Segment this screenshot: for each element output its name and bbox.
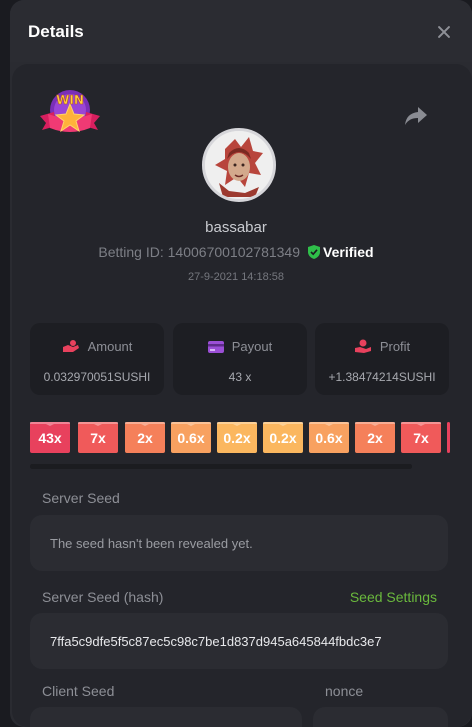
multiplier-label: 0.6x bbox=[177, 430, 205, 446]
profit-stat: Profit +1.38474214SUSHI bbox=[315, 323, 449, 395]
multiplier-cell[interactable]: 0.2x bbox=[217, 422, 257, 453]
amount-label: Amount bbox=[87, 339, 133, 354]
multiplier-label: 0.6x bbox=[315, 430, 343, 446]
multiplier-label: 2x bbox=[367, 430, 383, 446]
payout-header: Payout bbox=[173, 339, 307, 354]
payout-value: 43 x bbox=[228, 370, 252, 384]
nonce-field[interactable] bbox=[313, 707, 448, 727]
bet-timestamp: 27-9-2021 14:18:58 bbox=[187, 271, 285, 283]
betting-id-value: 14006700102781349 bbox=[167, 244, 301, 260]
server-seed-label: Server Seed bbox=[42, 490, 120, 506]
server-seed-hash-value: 7ffa5c9dfe5f5c87ec5c98c7be1d837d945a6458… bbox=[50, 634, 382, 649]
betting-id-row: Betting ID: 14006700102781349 Verified bbox=[0, 244, 472, 260]
client-seed-label: Client Seed bbox=[42, 683, 115, 699]
username: bassabar bbox=[205, 219, 267, 236]
profit-label: Profit bbox=[379, 339, 411, 354]
win-badge-text: WIN bbox=[56, 93, 84, 107]
hand-coins-icon bbox=[62, 340, 79, 352]
multiplier-cell[interactable]: 2x bbox=[125, 422, 165, 453]
multiplier-label: 7x bbox=[90, 430, 106, 446]
multiplier-label: 43x bbox=[38, 430, 62, 446]
multiplier-cell[interactable]: 0.6x bbox=[309, 422, 349, 453]
multiplier-cell-partial[interactable] bbox=[447, 422, 450, 453]
close-icon[interactable] bbox=[434, 22, 454, 42]
server-seed-hash-label: Server Seed (hash) bbox=[42, 589, 164, 605]
multiplier-scrollbar[interactable] bbox=[30, 464, 412, 469]
multiplier-cell[interactable]: 43x bbox=[30, 422, 70, 453]
nonce-label: nonce bbox=[325, 683, 364, 699]
card-icon bbox=[207, 341, 224, 353]
payout-stat: Payout 43 x bbox=[173, 323, 307, 395]
win-badge-icon: WIN bbox=[40, 90, 100, 133]
multiplier-label: 7x bbox=[413, 430, 429, 446]
dialog-header: Details bbox=[10, 0, 472, 62]
hand-money-icon bbox=[354, 339, 371, 353]
profit-header: Profit bbox=[315, 339, 449, 354]
multiplier-label: 0.2x bbox=[269, 430, 297, 446]
multiplier-label: 0.2x bbox=[223, 430, 251, 446]
dialog-title: Details bbox=[28, 22, 84, 41]
multiplier-cell[interactable]: 0.6x bbox=[171, 422, 211, 453]
multiplier-cell[interactable]: 7x bbox=[401, 422, 441, 453]
multiplier-cell[interactable]: 7x bbox=[78, 422, 118, 453]
seed-settings-link[interactable]: Seed Settings bbox=[350, 589, 437, 605]
server-seed-hash-field[interactable]: 7ffa5c9dfe5f5c87ec5c98c7be1d837d945a6458… bbox=[30, 613, 448, 669]
payout-label: Payout bbox=[231, 339, 273, 354]
amount-stat: Amount 0.032970051SUSHI bbox=[30, 323, 164, 395]
multiplier-row: 43x 7x 2x 0.6x 0.2x 0.2x 0.6x 2x 7x bbox=[30, 422, 450, 456]
bet-stats: Amount 0.032970051SUSHI Payout 43 x Prof… bbox=[30, 323, 450, 395]
multiplier-label: 2x bbox=[137, 430, 153, 446]
amount-header: Amount bbox=[30, 339, 164, 354]
verified-label: Verified bbox=[323, 244, 374, 260]
client-seed-field[interactable] bbox=[30, 707, 302, 727]
avatar bbox=[202, 128, 276, 202]
amount-value: 0.032970051SUSHI bbox=[43, 370, 151, 384]
betting-id-label: Betting ID: bbox=[98, 244, 164, 260]
multiplier-cell[interactable]: 2x bbox=[355, 422, 395, 453]
profit-value: +1.38474214SUSHI bbox=[328, 370, 436, 384]
server-seed-field[interactable]: The seed hasn't been revealed yet. bbox=[30, 515, 448, 571]
avatar-image bbox=[205, 131, 273, 199]
shield-check-icon bbox=[308, 245, 321, 259]
scrollbar-thumb[interactable] bbox=[30, 464, 412, 469]
share-icon[interactable] bbox=[404, 105, 428, 127]
server-seed-value: The seed hasn't been revealed yet. bbox=[50, 536, 253, 551]
multiplier-cell[interactable]: 0.2x bbox=[263, 422, 303, 453]
